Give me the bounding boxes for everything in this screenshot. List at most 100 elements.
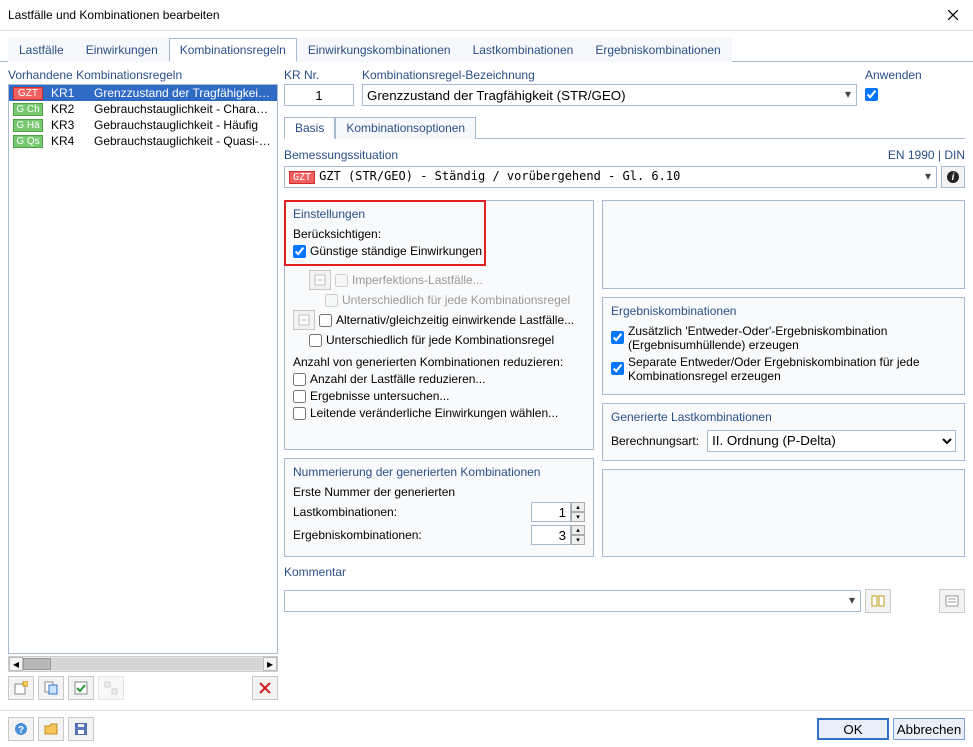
apply-label: Anwenden	[865, 68, 965, 82]
save-button[interactable]	[68, 717, 94, 741]
rule-name: KR3	[51, 118, 86, 132]
chk-imperf-label: Imperfektions-Lastfälle...	[352, 273, 483, 287]
spin-down[interactable]: ▾	[571, 512, 585, 522]
lastkomb-input[interactable]	[531, 502, 571, 522]
chk-alt-diff[interactable]	[309, 334, 322, 347]
tab-kombinationsregeln[interactable]: Kombinationsregeln	[169, 38, 297, 62]
badge-gqs: G Qs	[13, 135, 43, 148]
delete-rule-button[interactable]	[252, 676, 278, 700]
svg-text:?: ?	[18, 725, 24, 736]
settings-title: Einstellungen	[293, 207, 585, 221]
chk-separate-label: Separate Entweder/Oder Ergebniskombinati…	[628, 355, 956, 383]
preview-area	[602, 200, 965, 289]
scroll-right-icon[interactable]: ▸	[263, 657, 277, 671]
chk-alt-label: Alternativ/gleichzeitig einwirkende Last…	[336, 313, 574, 327]
chk-imperf-diff-label: Unterschiedlich für jede Kombinationsreg…	[342, 293, 570, 307]
tab-einwirkungskombinationen[interactable]: Einwirkungskombinationen	[297, 38, 462, 62]
chk-results[interactable]	[293, 390, 306, 403]
chk-results-label: Ergebnisse untersuchen...	[310, 389, 449, 403]
chk-leading[interactable]	[293, 407, 306, 420]
comment-label: Kommentar	[284, 565, 965, 579]
info-button[interactable]: i	[941, 166, 965, 188]
rules-list[interactable]: GZT KR1 Grenzzustand der Tragfähigkeit (…	[8, 84, 278, 654]
rule-desc: Gebrauchstauglichkeit - Häufig	[94, 118, 258, 132]
chk-either-or[interactable]	[611, 331, 624, 344]
kr-nr-label: KR Nr.	[284, 68, 354, 82]
rules-heading: Vorhandene Kombinationsregeln	[8, 68, 278, 82]
chk-leading-label: Leitende veränderliche Einwirkungen wähl…	[310, 406, 558, 420]
spin-up[interactable]: ▴	[571, 502, 585, 512]
chk-imperf-diff	[325, 294, 338, 307]
apply-checkbox[interactable]	[865, 88, 878, 101]
badge-gha: G Hä	[13, 119, 43, 132]
chk-favorable-label: Günstige ständige Einwirkungen	[310, 244, 482, 258]
bemessung-badge: GZT	[289, 171, 315, 184]
edit-alt-button[interactable]	[293, 310, 315, 330]
badge-gch: G Ch	[13, 103, 43, 116]
bez-label: Kombinationsregel-Bezeichnung	[362, 68, 857, 82]
chk-either-or-label: Zusätzlich 'Entweder-Oder'-Ergebniskombi…	[628, 324, 956, 352]
hscrollbar[interactable]: ◂ ▸	[8, 656, 278, 672]
bez-select[interactable]: Grenzzustand der Tragfähigkeit (STR/GEO)	[362, 84, 857, 106]
ergebkomb-input[interactable]	[531, 525, 571, 545]
bemessung-label: Bemessungssituation	[284, 148, 398, 162]
bemessung-select[interactable]: GZTGZT (STR/GEO) - Ständig / vorübergehe…	[284, 166, 937, 188]
rule-name: KR2	[51, 102, 86, 116]
rule-row-kr4[interactable]: G Qs KR4 Gebrauchstauglichkeit - Quasi-s…	[9, 133, 277, 149]
inner-tab-basis[interactable]: Basis	[284, 117, 335, 139]
numbering-first-label: Erste Nummer der generierten	[293, 485, 585, 499]
numbering-title: Nummerierung der generierten Kombination…	[293, 465, 585, 479]
new-rule-button[interactable]	[8, 676, 34, 700]
spin-up[interactable]: ▴	[571, 525, 585, 535]
chk-alt-diff-label: Unterschiedlich für jede Kombinationsreg…	[326, 333, 554, 347]
tab-lastfaelle[interactable]: Lastfälle	[8, 38, 75, 62]
chk-reduce-cases-label: Anzahl der Lastfälle reduzieren...	[310, 372, 485, 386]
result-combos-title: Ergebniskombinationen	[611, 304, 956, 318]
comment-input[interactable]	[284, 590, 861, 612]
gen-combos-title: Generierte Lastkombinationen	[611, 410, 956, 424]
open-button[interactable]	[38, 717, 64, 741]
main-tabs: Lastfälle Einwirkungen Kombinationsregel…	[0, 31, 973, 62]
rule-row-kr3[interactable]: G Hä KR3 Gebrauchstauglichkeit - Häufig	[9, 117, 277, 133]
lastkomb-label: Lastkombinationen:	[293, 505, 397, 519]
chk-imperf	[335, 274, 348, 287]
consider-label: Berücksichtigen:	[293, 227, 585, 241]
bottom-preview	[602, 469, 965, 558]
tab-einwirkungen[interactable]: Einwirkungen	[75, 38, 169, 62]
ergebkomb-label: Ergebniskombinationen:	[293, 528, 422, 542]
ok-button[interactable]: OK	[817, 718, 889, 740]
rule-row-kr1[interactable]: GZT KR1 Grenzzustand der Tragfähigkeit (…	[9, 85, 277, 101]
bemessung-norm: EN 1990 | DIN	[888, 148, 965, 162]
rule-row-kr2[interactable]: G Ch KR2 Gebrauchstauglichkeit - Charakt…	[9, 101, 277, 117]
rule-desc: Gebrauchstauglichkeit - Charakteristisc	[94, 102, 273, 116]
calc-select[interactable]: II. Ordnung (P-Delta)	[707, 430, 956, 452]
chk-favorable[interactable]	[293, 245, 306, 258]
edit-imperf-button[interactable]	[309, 270, 331, 290]
badge-gzt: GZT	[13, 87, 43, 100]
close-button[interactable]	[941, 6, 965, 24]
chk-separate[interactable]	[611, 362, 624, 375]
scroll-left-icon[interactable]: ◂	[9, 657, 23, 671]
copy-rule-button[interactable]	[38, 676, 64, 700]
rule-name: KR1	[51, 86, 86, 100]
tab-ergebniskombinationen[interactable]: Ergebniskombinationen	[584, 38, 731, 62]
rule-name: KR4	[51, 134, 86, 148]
help-button[interactable]: ?	[8, 717, 34, 741]
kr-nr-input[interactable]	[284, 84, 354, 106]
calc-label: Berechnungsart:	[611, 434, 699, 448]
chk-reduce-cases[interactable]	[293, 373, 306, 386]
check-rule-button[interactable]	[68, 676, 94, 700]
comment-pick-button[interactable]	[865, 589, 891, 613]
dialog-title: Lastfälle und Kombinationen bearbeiten	[8, 8, 220, 22]
reduce-label: Anzahl von generierten Kombinationen red…	[293, 355, 585, 369]
cancel-button[interactable]: Abbrechen	[893, 718, 965, 740]
link-rule-button	[98, 676, 124, 700]
chk-alt[interactable]	[319, 314, 332, 327]
svg-text:i: i	[952, 172, 955, 183]
inner-tab-kombinationsoptionen[interactable]: Kombinationsoptionen	[335, 117, 476, 139]
tab-lastkombinationen[interactable]: Lastkombinationen	[462, 38, 585, 62]
rule-desc: Grenzzustand der Tragfähigkeit (STR/G	[94, 86, 273, 100]
comment-edit-button[interactable]	[939, 589, 965, 613]
spin-down[interactable]: ▾	[571, 535, 585, 545]
rule-desc: Gebrauchstauglichkeit - Quasi-ständig	[94, 134, 273, 148]
